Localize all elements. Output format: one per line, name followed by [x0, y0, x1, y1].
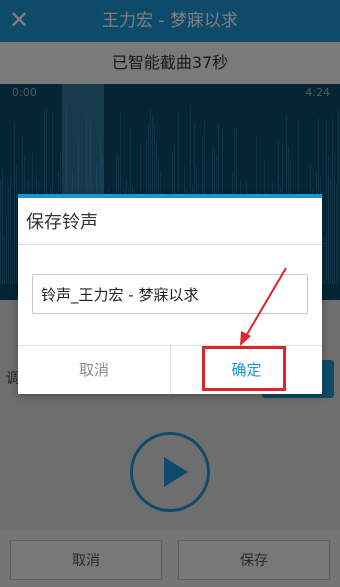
dialog-title: 保存铃声: [26, 212, 98, 233]
confirm-highlight-box: [202, 346, 286, 391]
cancel-button[interactable]: 取消: [18, 346, 170, 394]
dialog-accent-line: [18, 194, 322, 198]
ringtone-name-input[interactable]: [32, 274, 308, 314]
divider: [18, 244, 322, 245]
